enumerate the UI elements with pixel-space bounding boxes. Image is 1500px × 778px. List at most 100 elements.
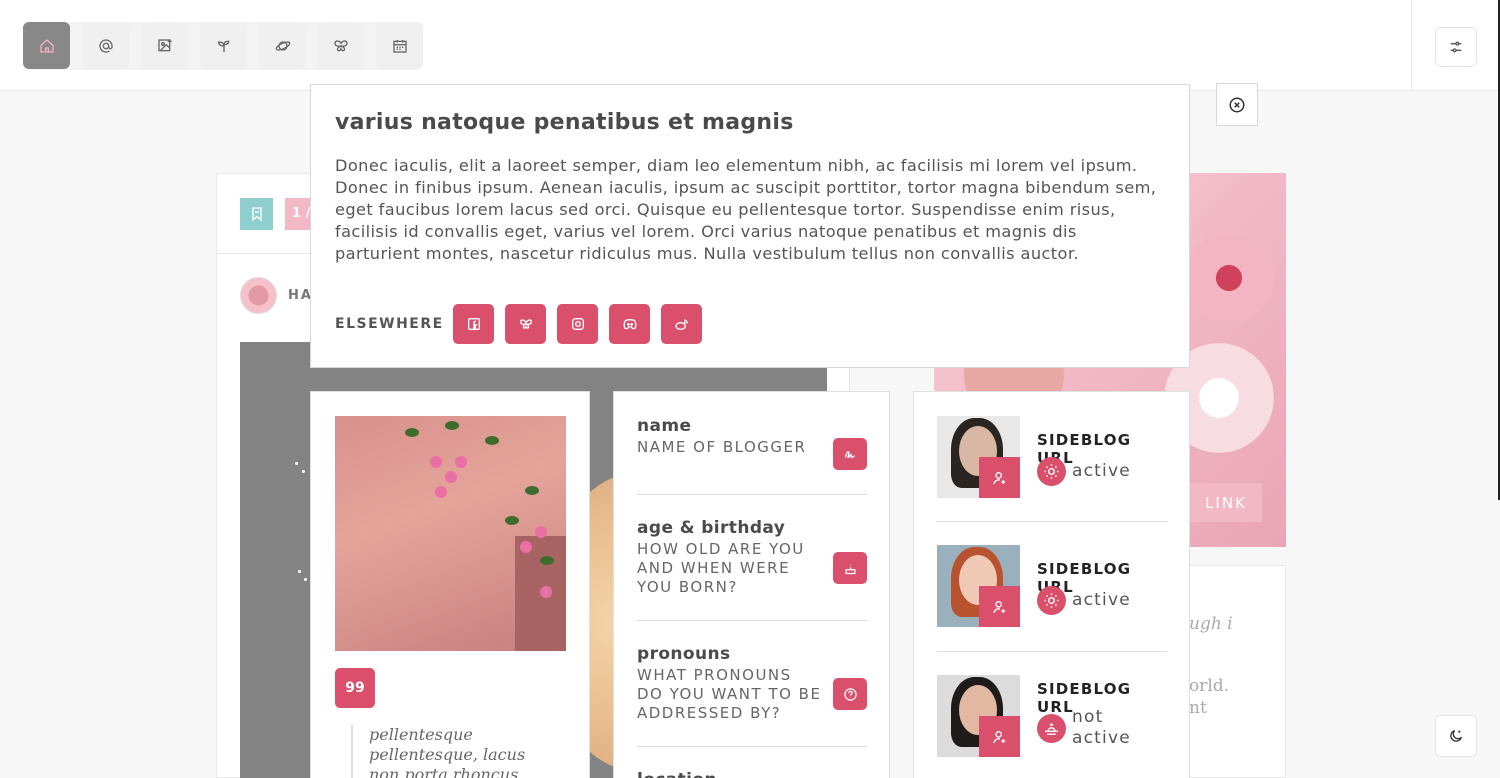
- field-value: HOW OLD ARE YOU AND WHEN WERE YOU BORN?: [637, 540, 805, 596]
- calendar-icon: [392, 39, 407, 53]
- signature-icon: [844, 451, 855, 459]
- field-value: WHAT PRONOUNS DO YOU WANT TO BE ADDRESSE…: [637, 666, 822, 722]
- field-divider: [637, 746, 867, 747]
- sideblog-thumbnail: [937, 416, 1020, 498]
- moon-icon: [1450, 730, 1462, 742]
- sideblog-user-button[interactable]: [979, 457, 1020, 498]
- sunset-icon: [1037, 713, 1066, 743]
- discord-icon: [623, 319, 636, 330]
- sideblog-divider: [937, 651, 1167, 652]
- theme-toggle-button[interactable]: [1435, 715, 1477, 757]
- sideblog-user-button[interactable]: [979, 586, 1020, 627]
- bloom: [520, 541, 532, 553]
- leaf: [445, 421, 459, 430]
- status-label: not active: [1072, 707, 1131, 748]
- field-location: location: [637, 770, 867, 778]
- sideblog-thumbnail: [937, 675, 1020, 757]
- field-label: pronouns: [637, 644, 731, 664]
- quote-icon: 99: [345, 680, 365, 696]
- status-label: active: [1072, 590, 1131, 610]
- nav-home-button[interactable]: [23, 22, 70, 69]
- info-popup: varius natoque penatibus et magnis Donec…: [310, 84, 1190, 368]
- flower-shape: [1184, 233, 1274, 323]
- sideblog-item[interactable]: SIDEBLOG URL active: [937, 545, 1167, 629]
- bluesky-button[interactable]: [505, 304, 546, 344]
- right-text-line: ugh i: [1189, 614, 1233, 634]
- image-plus-icon: [157, 38, 172, 51]
- butterfly-icon: [333, 39, 348, 51]
- bloom: [455, 456, 467, 468]
- nav-sprout-button[interactable]: [200, 22, 247, 69]
- bloom: [535, 526, 547, 538]
- sparkle: [304, 578, 307, 581]
- leaf: [540, 556, 554, 565]
- bookmark-button[interactable]: [240, 198, 273, 230]
- bloom: [435, 486, 447, 498]
- question-icon: [843, 687, 857, 701]
- nav-mentions-button[interactable]: [82, 22, 129, 69]
- leaf: [405, 428, 419, 437]
- nav-gallery-button[interactable]: [141, 22, 188, 69]
- sparkle: [295, 462, 298, 465]
- sideblog-user-button[interactable]: [979, 716, 1020, 757]
- nav-planet-button[interactable]: [259, 22, 306, 69]
- topbar-divider: [1411, 0, 1412, 91]
- about-image: [335, 416, 566, 651]
- elsewhere-label: ELSEWHERE: [335, 316, 444, 332]
- bloom: [430, 456, 442, 468]
- settings-button[interactable]: [1435, 27, 1477, 67]
- discord-button[interactable]: [609, 304, 650, 344]
- quote-button[interactable]: 99: [335, 668, 375, 708]
- about-card: 99 pellentesque pellentesque, lacus non …: [310, 391, 590, 778]
- planet-icon: [275, 40, 290, 51]
- facebook-icon: [467, 318, 480, 330]
- instagram-icon: [571, 318, 584, 330]
- sprout-icon: [217, 40, 229, 52]
- facebook-button[interactable]: [453, 304, 494, 344]
- field-age: age & birthday HOW OLD ARE YOU AND WHEN …: [637, 518, 867, 597]
- sideblog-status: active: [1037, 457, 1131, 486]
- user-icon: [992, 730, 1005, 743]
- close-button[interactable]: [1216, 83, 1258, 126]
- field-value: NAME OF BLOGGER: [637, 438, 807, 456]
- nav-butterfly-button[interactable]: [317, 22, 364, 69]
- sparkle: [302, 470, 305, 473]
- nav-calendar-button[interactable]: [376, 22, 423, 69]
- user-icon: [992, 600, 1005, 613]
- field-pronouns: pronouns WHAT PRONOUNS DO YOU WANT TO BE…: [637, 644, 867, 723]
- sliders-icon: [1450, 41, 1462, 53]
- leaf: [485, 436, 499, 445]
- name-icon-button[interactable]: [833, 438, 867, 470]
- leaf: [525, 486, 539, 495]
- at-icon: [98, 38, 113, 53]
- sideblog-item[interactable]: SIDEBLOG URL active: [937, 416, 1167, 500]
- popup-body: Donec iaculis, elit a laoreet semper, di…: [335, 156, 1157, 263]
- bookmark-icon: [251, 207, 262, 222]
- age-icon-button[interactable]: [833, 552, 867, 584]
- popup-title: varius natoque penatibus et magnis: [335, 110, 794, 135]
- pronouns-icon-button[interactable]: [833, 678, 867, 710]
- avatar[interactable]: [240, 277, 277, 314]
- leaf: [505, 516, 519, 525]
- field-label: age & birthday: [637, 518, 786, 538]
- sideblog-status: not active: [1037, 707, 1167, 749]
- close-circle-icon: [1229, 97, 1245, 112]
- field-divider: [637, 620, 867, 621]
- sideblog-item[interactable]: SIDEBLOG URL not active: [937, 675, 1167, 759]
- link-button[interactable]: LINK: [1190, 483, 1262, 522]
- sideblog-status: active: [1037, 586, 1131, 615]
- sun-icon: [1037, 457, 1066, 486]
- cake-icon: [845, 564, 855, 574]
- sparkle: [298, 570, 301, 573]
- field-label: name: [637, 416, 692, 436]
- bloom: [445, 471, 457, 483]
- weibo-button[interactable]: [661, 304, 702, 344]
- status-label: active: [1072, 461, 1131, 481]
- instagram-button[interactable]: [557, 304, 598, 344]
- user-icon: [992, 471, 1005, 484]
- right-text-line: orld.: [1189, 676, 1230, 696]
- sideblog-thumbnail: [937, 545, 1020, 627]
- profile-fields-card: name NAME OF BLOGGER age & birthday HOW …: [613, 391, 890, 778]
- butterfly-icon: [519, 319, 532, 329]
- bloom: [540, 586, 552, 598]
